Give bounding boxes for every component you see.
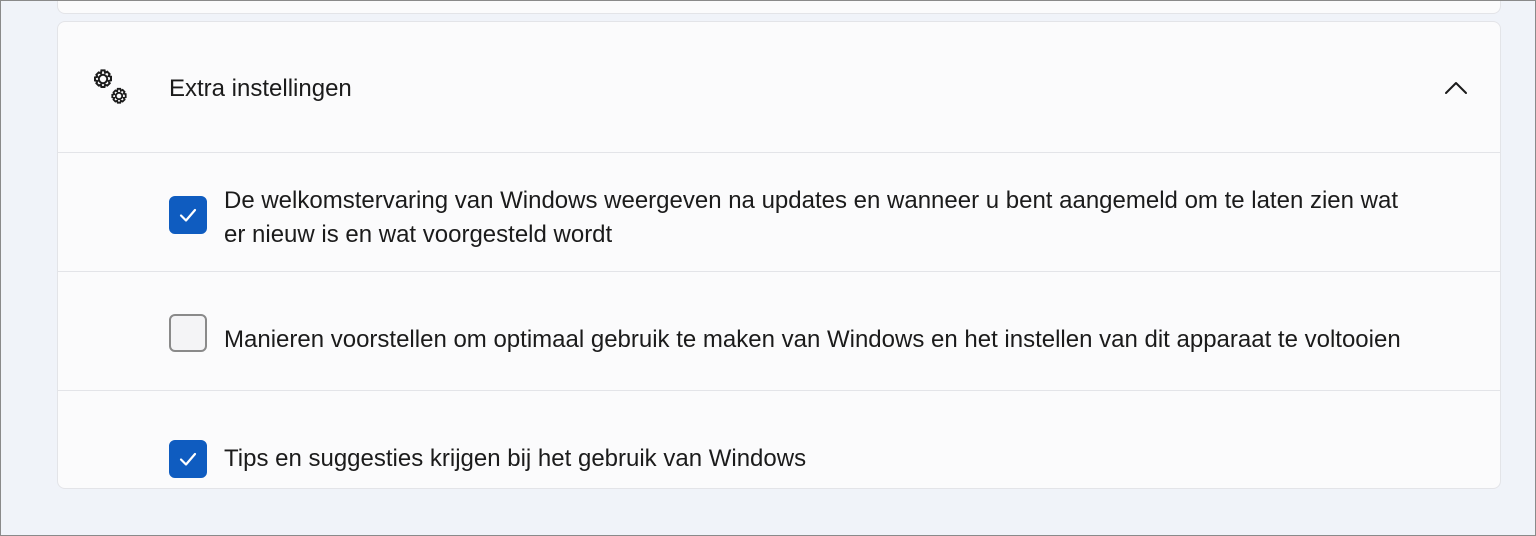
previous-settings-card [57,0,1501,14]
checkbox-label: Manieren voorstellen om optimaal gebruik… [224,326,1401,353]
extra-settings-expander: Extra instellingen De welkomstervaring v… [57,21,1501,489]
checkbox-tips-suggestions[interactable] [169,440,207,478]
chevron-up-icon[interactable] [1442,74,1470,102]
checkbox-label: Tips en suggesties krijgen bij het gebru… [224,445,807,472]
checkmark-icon [179,452,197,466]
section-title: Extra instellingen [169,75,352,102]
setting-row-welcome-experience: De welkomstervaring van Windows weergeve… [58,153,1500,272]
gears-icon [90,66,134,110]
checkmark-icon [179,208,197,222]
expander-header[interactable]: Extra instellingen [58,22,1500,153]
setting-row-tips-suggestions: Tips en suggesties krijgen bij het gebru… [58,391,1500,488]
checkbox-label: De welkomstervaring van Windows weergeve… [224,187,1399,248]
setting-row-suggest-setup: Manieren voorstellen om optimaal gebruik… [58,272,1500,391]
checkbox-welcome-experience[interactable] [169,196,207,234]
checkbox-suggest-setup[interactable] [169,314,207,352]
